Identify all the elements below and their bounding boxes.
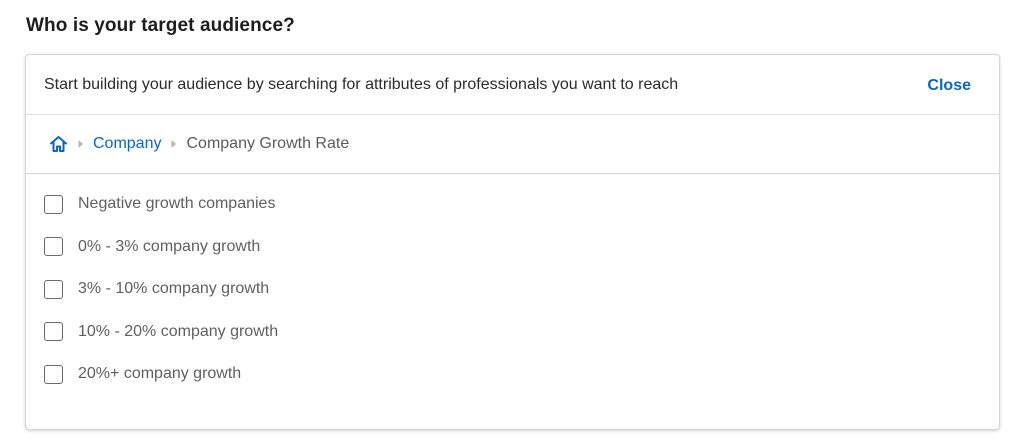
option-label: 20%+ company growth (78, 365, 242, 383)
panel-header: Start building your audience by searchin… (26, 55, 999, 115)
option-20-plus-growth[interactable]: 20%+ company growth (26, 353, 999, 396)
panel-prompt: Start building your audience by searchin… (44, 75, 679, 93)
option-label: Negative growth companies (78, 195, 276, 213)
option-label: 10% - 20% company growth (78, 322, 279, 340)
option-list: Negative growth companies 0% - 3% compan… (26, 174, 999, 396)
close-button[interactable]: Close (927, 77, 971, 95)
option-label: 3% - 10% company growth (78, 280, 270, 298)
section-title: Who is your target audience? (26, 15, 295, 36)
home-icon[interactable] (48, 134, 68, 154)
breadcrumb-item-company[interactable]: Company (93, 135, 161, 153)
checkbox[interactable] (44, 279, 63, 299)
audience-builder-panel: Start building your audience by searchin… (25, 54, 1000, 430)
option-3-10-growth[interactable]: 3% - 10% company growth (26, 268, 999, 311)
checkbox[interactable] (44, 237, 63, 257)
breadcrumb: Company Company Growth Rate (26, 115, 999, 174)
option-10-20-growth[interactable]: 10% - 20% company growth (26, 311, 999, 354)
option-label: 0% - 3% company growth (78, 237, 261, 255)
breadcrumb-item-current: Company Growth Rate (186, 135, 350, 152)
chevron-right-icon (167, 134, 181, 154)
checkbox[interactable] (44, 322, 63, 342)
checkbox[interactable] (44, 364, 63, 384)
option-negative-growth[interactable]: Negative growth companies (26, 183, 999, 226)
checkbox[interactable] (44, 194, 63, 214)
chevron-right-icon (74, 134, 88, 154)
option-0-3-growth[interactable]: 0% - 3% company growth (26, 226, 999, 269)
